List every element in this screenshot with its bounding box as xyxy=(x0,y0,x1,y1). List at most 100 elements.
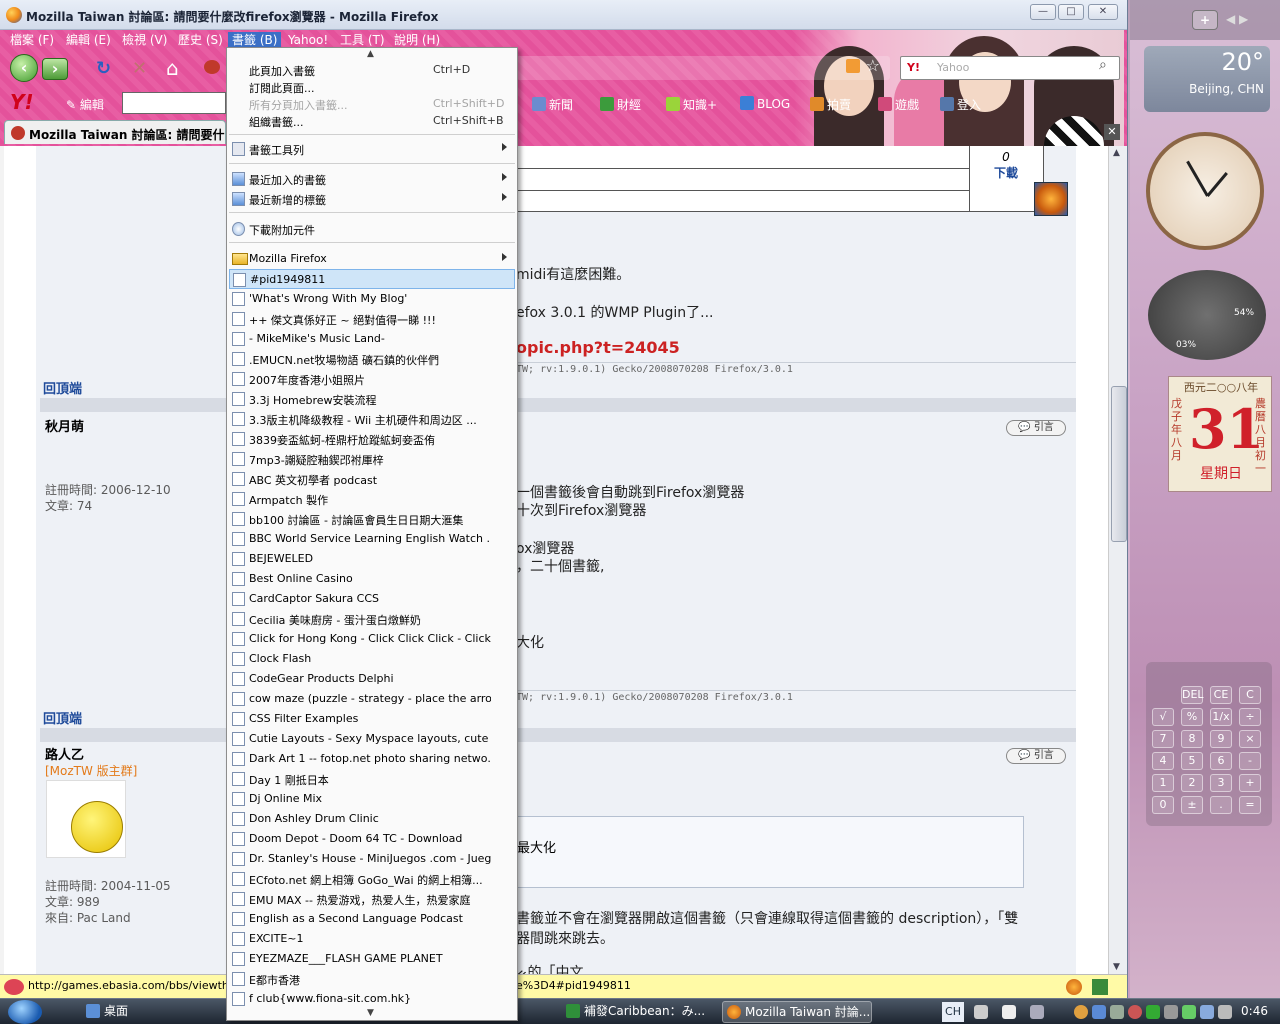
menu-item-get-addons[interactable]: 下載附加元件 xyxy=(229,219,515,239)
keyboard-icon[interactable] xyxy=(974,1005,988,1019)
calculator-key[interactable]: √ xyxy=(1152,708,1174,726)
menu-item-organize-bookmarks[interactable]: 組織書籤... Ctrl+Shift+B xyxy=(229,111,515,131)
scroll-up-icon[interactable]: ▲ xyxy=(1113,148,1120,158)
poster-name[interactable]: 秋月萌 xyxy=(45,416,84,435)
calculator-key[interactable]: C xyxy=(1239,686,1261,704)
bookmark-item[interactable]: .EMUCN.net牧場物語 礦石鎮的伙伴們 xyxy=(229,349,515,369)
bookmark-item[interactable]: Dj Online Mix xyxy=(229,789,515,809)
calculator-key[interactable]: 2 xyxy=(1181,774,1203,792)
bookmark-item[interactable]: Best Online Casino xyxy=(229,569,515,589)
volume-icon[interactable] xyxy=(1164,1005,1178,1019)
quote-button[interactable]: 💬 引言 xyxy=(1006,420,1066,436)
back-to-top-link[interactable]: 回頂端 xyxy=(43,378,82,397)
bookmark-item[interactable]: CodeGear Products Delphi xyxy=(229,669,515,689)
tray-app-icon[interactable] xyxy=(1146,1005,1160,1019)
bookmark-item[interactable]: EMU MAX -- 热爱游戏，热爱人生，热爱家庭 xyxy=(229,889,515,909)
bookmark-item[interactable]: Cecilia 美味廚房 - 蛋汁蛋白燉鮮奶 xyxy=(229,609,515,629)
bookmark-item[interactable]: Armpatch 製作 xyxy=(229,489,515,509)
search-input[interactable]: Y! Yahoo ⌕ xyxy=(900,56,1120,80)
bookmark-item[interactable]: f club{www.fiona-sit.com.hk} xyxy=(229,989,515,1009)
bookmark-item[interactable]: 3.3j Homebrew安裝流程 xyxy=(229,389,515,409)
tab-close-button[interactable]: ✕ xyxy=(1104,124,1120,140)
yahoo-games-button[interactable]: 遊戲 xyxy=(878,96,919,113)
minimize-button[interactable]: — xyxy=(1030,4,1056,20)
bookmark-item[interactable]: E都市香港 xyxy=(229,969,515,989)
post-link[interactable]: opic.php?t=24045 xyxy=(516,338,680,357)
network-icon[interactable] xyxy=(1030,1005,1044,1019)
tray-app-icon[interactable] xyxy=(1092,1005,1106,1019)
calculator-key[interactable]: 5 xyxy=(1181,752,1203,770)
calculator-key[interactable]: - xyxy=(1239,752,1261,770)
magnifier-icon[interactable]: ⌕ xyxy=(1099,57,1107,73)
url-bar[interactable]: ☆ xyxy=(516,56,890,80)
tray-app-icon[interactable] xyxy=(1182,1005,1196,1019)
bookmark-item[interactable]: CSS Filter Examples xyxy=(229,709,515,729)
addon-status-icon[interactable] xyxy=(1066,979,1082,995)
maximize-button[interactable]: □ xyxy=(1058,4,1084,20)
cpu-meter-gadget[interactable]: 03% 54% xyxy=(1148,270,1266,360)
firefox-download-icon[interactable] xyxy=(1034,182,1068,216)
bookmark-item[interactable]: Cutie Layouts - Sexy Myspace layouts, cu… xyxy=(229,729,515,749)
bookmark-item[interactable]: BEJEWELED xyxy=(229,549,515,569)
calculator-key[interactable]: 4 xyxy=(1152,752,1174,770)
forward-button[interactable]: › xyxy=(42,58,68,80)
calculator-key[interactable]: % xyxy=(1181,708,1203,726)
menu-history[interactable]: 歷史 (S) xyxy=(174,32,227,50)
bookmark-item[interactable]: Dr. Stanley's House - MiniJuegos .com - … xyxy=(229,849,515,869)
calendar-gadget[interactable]: 西元二○○八年 戊子年 八月 31 農曆八月初一 星期日 xyxy=(1168,376,1272,492)
yahoo-logo-icon[interactable]: Y! xyxy=(10,90,34,114)
bookmark-item[interactable]: EYEZMAZE___FLASH GAME PLANET xyxy=(229,949,515,969)
stop-icon[interactable]: ✕ xyxy=(132,58,147,79)
star-icon[interactable]: ☆ xyxy=(866,56,880,75)
menu-view[interactable]: 檢視 (V) xyxy=(118,32,171,50)
back-button[interactable]: ‹ xyxy=(10,54,38,82)
bookmark-item[interactable]: 3839妾盃絋蚵-桎鼎杅尬蹤絋蚵妾盃侑 xyxy=(229,429,515,449)
calculator-key[interactable]: + xyxy=(1239,774,1261,792)
bookmark-item[interactable]: Click for Hong Kong - Click Click Click … xyxy=(229,629,515,649)
scroll-down-icon[interactable]: ▼ xyxy=(1113,962,1120,972)
tray-app-icon[interactable] xyxy=(1128,1005,1142,1019)
weather-gadget[interactable]: 20° Beijing, CHN xyxy=(1144,46,1270,112)
menu-folder-mozilla-firefox[interactable]: Mozilla Firefox xyxy=(229,249,515,269)
bookmark-item[interactable]: Day 1 剛抵日本 xyxy=(229,769,515,789)
bookmark-item[interactable]: EXCITE~1 xyxy=(229,929,515,949)
calculator-key[interactable]: 3 xyxy=(1210,774,1232,792)
tab-active[interactable]: Mozilla Taiwan 討論區: 請問要什... xyxy=(4,120,226,144)
yahoo-news-button[interactable]: 新聞 xyxy=(532,96,573,113)
bookmark-item[interactable]: CardCaptor Sakura CCS xyxy=(229,589,515,609)
calculator-key[interactable]: 6 xyxy=(1210,752,1232,770)
menu-file[interactable]: 檔案 (F) xyxy=(6,32,58,50)
menu-scroll-up-icon[interactable]: ▲ xyxy=(367,49,374,59)
bookmark-item[interactable]: - MikeMike's Music Land- xyxy=(229,329,515,349)
status-check-icon[interactable] xyxy=(1092,979,1108,995)
calculator-key[interactable]: 1 xyxy=(1152,774,1174,792)
clock-gadget[interactable] xyxy=(1146,132,1264,250)
yahoo-auction-button[interactable]: 拍賣 xyxy=(810,96,851,113)
bookmark-item[interactable]: ECfoto.net 網上相簿 GoGo_Wai 的網上相簿... xyxy=(229,869,515,889)
yahoo-login-button[interactable]: 登入 xyxy=(940,96,981,113)
scroll-thumb[interactable] xyxy=(1111,386,1127,542)
calculator-key[interactable]: . xyxy=(1210,796,1232,814)
home-icon[interactable]: ⌂ xyxy=(166,56,179,80)
bookmark-item[interactable]: bb100 討論區 - 討論區會員生日日期大滙集 xyxy=(229,509,515,529)
tray-app-icon[interactable] xyxy=(1200,1005,1214,1019)
bookmark-item[interactable]: #pid1949811 xyxy=(229,269,515,289)
yahoo-answers-button[interactable]: 知識+ xyxy=(666,96,717,113)
bookmark-item[interactable]: English as a Second Language Podcast xyxy=(229,909,515,929)
back-to-top-link[interactable]: 回頂端 xyxy=(43,708,82,727)
bookmark-item[interactable]: 7mp3-謿疑腔釉鍥邔祔厙梓 xyxy=(229,449,515,469)
tray-app-icon[interactable] xyxy=(1218,1005,1232,1019)
bookmark-item[interactable]: 'What's Wrong With My Blog' xyxy=(229,289,515,309)
bookmark-item[interactable]: 2007年度香港小姐照片 xyxy=(229,369,515,389)
calculator-key[interactable]: 7 xyxy=(1152,730,1174,748)
menu-item-recently-bookmarked[interactable]: 最近加入的書籤 xyxy=(229,169,515,189)
gadget-nav-icon[interactable]: ◀ ▶ xyxy=(1226,12,1248,26)
calculator-key[interactable]: 9 xyxy=(1210,730,1232,748)
taskbar-hidden-button[interactable] xyxy=(520,1001,560,1023)
yahoo-blog-button[interactable]: BLOG xyxy=(740,96,790,111)
taskbar-desktop-button[interactable]: 桌面 xyxy=(82,1001,222,1023)
help-icon[interactable] xyxy=(1002,1005,1016,1019)
tray-app-icon[interactable] xyxy=(1110,1005,1124,1019)
bookmark-item[interactable]: Dark Art 1 -- fotop.net photo sharing ne… xyxy=(229,749,515,769)
bookmark-item[interactable]: Don Ashley Drum Clinic xyxy=(229,809,515,829)
